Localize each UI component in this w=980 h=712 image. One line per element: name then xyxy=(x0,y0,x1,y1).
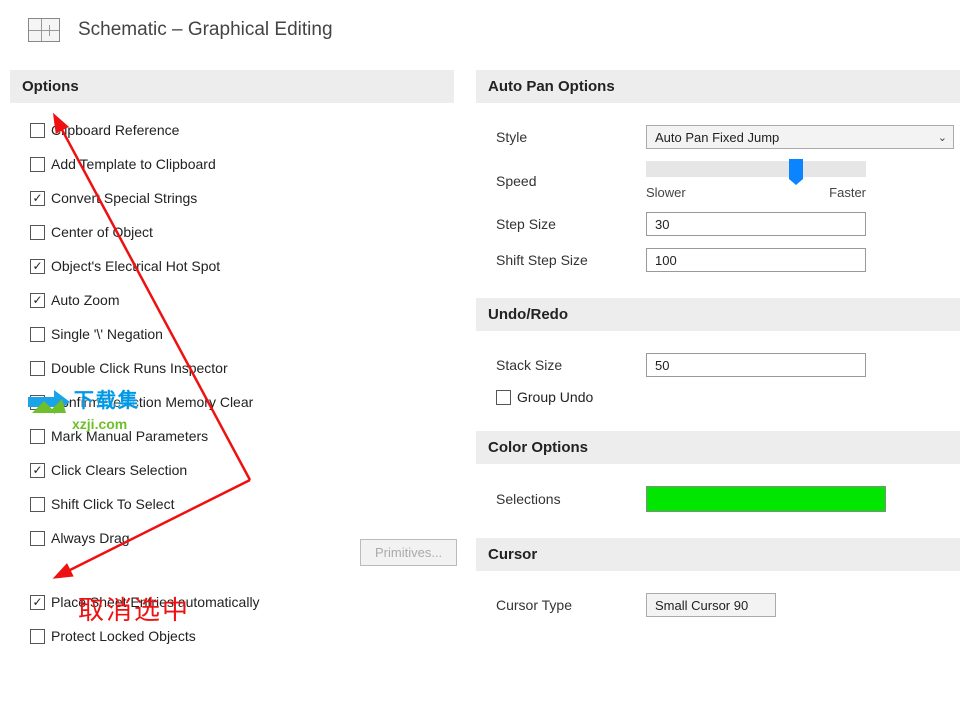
stack-size-input[interactable]: 50 xyxy=(646,353,866,377)
cursor-type-label: Cursor Type xyxy=(496,597,646,613)
option-label: Clipboard Reference xyxy=(51,122,179,138)
option-checkbox[interactable] xyxy=(30,429,45,444)
option-label: Protect Locked Objects xyxy=(51,628,196,644)
option-row: Click Clears Selection xyxy=(30,462,448,478)
step-size-input[interactable]: 30 xyxy=(646,212,866,236)
group-undo-label: Group Undo xyxy=(517,389,593,405)
speed-slider[interactable] xyxy=(646,161,866,177)
option-label: Shift Click To Select xyxy=(51,496,174,512)
option-checkbox[interactable] xyxy=(30,191,45,206)
page-header: Schematic – Graphical Editing xyxy=(0,0,980,52)
speed-slider-thumb[interactable] xyxy=(789,159,803,179)
option-checkbox[interactable] xyxy=(30,157,45,172)
option-checkbox[interactable] xyxy=(30,259,45,274)
option-checkbox[interactable] xyxy=(30,531,45,546)
options-list: Clipboard Reference Add Template to Clipb… xyxy=(10,103,454,676)
cursor-type-value: Small Cursor 90 xyxy=(655,598,748,613)
page-title: Schematic – Graphical Editing xyxy=(78,19,333,41)
option-row: Protect Locked Objects xyxy=(30,628,448,644)
primitives-button[interactable]: Primitives... xyxy=(360,539,457,566)
cursor-body: Cursor Type Small Cursor 90 xyxy=(476,571,960,643)
stack-size-label: Stack Size xyxy=(496,357,646,373)
option-row: Double Click Runs Inspector xyxy=(30,360,448,376)
option-checkbox[interactable] xyxy=(30,629,45,644)
option-row: Object's Electrical Hot Spot xyxy=(30,258,448,274)
option-checkbox[interactable] xyxy=(30,395,45,410)
cursor-section-header: Cursor xyxy=(476,538,960,571)
option-label: Mark Manual Parameters xyxy=(51,428,208,444)
speed-label: Speed xyxy=(496,173,646,189)
option-label: Single '\' Negation xyxy=(51,326,163,342)
option-row: Confirm Selection Memory Clear xyxy=(30,394,448,410)
option-label: Object's Electrical Hot Spot xyxy=(51,258,220,274)
options-column: Options Clipboard Reference Add Template … xyxy=(10,70,454,676)
chevron-down-icon: ⌄ xyxy=(938,131,947,144)
option-checkbox[interactable] xyxy=(30,595,45,610)
speed-faster-label: Faster xyxy=(829,185,866,200)
undo-body: Stack Size 50 Group Undo xyxy=(476,331,960,431)
color-section-header: Color Options xyxy=(476,431,960,464)
option-checkbox[interactable] xyxy=(30,225,45,240)
cursor-type-dropdown[interactable]: Small Cursor 90 xyxy=(646,593,776,617)
autopan-body: Style Auto Pan Fixed Jump ⌄ Speed Slower… xyxy=(476,103,960,298)
shift-step-label: Shift Step Size xyxy=(496,252,646,268)
shift-step-input[interactable]: 100 xyxy=(646,248,866,272)
right-column: Auto Pan Options Style Auto Pan Fixed Ju… xyxy=(476,70,970,676)
option-checkbox[interactable] xyxy=(30,497,45,512)
option-label: Click Clears Selection xyxy=(51,462,187,478)
option-label: Auto Zoom xyxy=(51,292,119,308)
option-row: Auto Zoom xyxy=(30,292,448,308)
option-checkbox[interactable] xyxy=(30,463,45,478)
option-row: Mark Manual Parameters xyxy=(30,428,448,444)
autopan-section-header: Auto Pan Options xyxy=(476,70,960,103)
selections-color-swatch[interactable] xyxy=(646,486,886,512)
style-label: Style xyxy=(496,129,646,145)
option-label: Double Click Runs Inspector xyxy=(51,360,228,376)
selections-label: Selections xyxy=(496,491,646,507)
option-label: Always Drag xyxy=(51,530,130,546)
option-checkbox[interactable] xyxy=(30,293,45,308)
option-checkbox[interactable] xyxy=(30,327,45,342)
undo-section-header: Undo/Redo xyxy=(476,298,960,331)
option-label: Convert Special Strings xyxy=(51,190,197,206)
color-body: Selections xyxy=(476,464,960,538)
option-checkbox[interactable] xyxy=(30,361,45,376)
step-size-label: Step Size xyxy=(496,216,646,232)
speed-slower-label: Slower xyxy=(646,185,686,200)
options-section-header: Options xyxy=(10,70,454,103)
option-row: Center of Object xyxy=(30,224,448,240)
option-row: Convert Special Strings xyxy=(30,190,448,206)
style-value: Auto Pan Fixed Jump xyxy=(655,130,779,145)
option-row: Clipboard Reference xyxy=(30,122,448,138)
option-row: Shift Click To Select xyxy=(30,496,448,512)
option-label: Confirm Selection Memory Clear xyxy=(51,394,253,410)
style-dropdown[interactable]: Auto Pan Fixed Jump ⌄ xyxy=(646,125,954,149)
option-label: Add Template to Clipboard xyxy=(51,156,216,172)
annotation-text: 取消选中 xyxy=(78,590,190,627)
option-label: Center of Object xyxy=(51,224,153,240)
option-row: Add Template to Clipboard xyxy=(30,156,448,172)
schematic-icon xyxy=(28,18,60,42)
option-checkbox[interactable] xyxy=(30,123,45,138)
option-row: Single '\' Negation xyxy=(30,326,448,342)
group-undo-checkbox[interactable] xyxy=(496,390,511,405)
